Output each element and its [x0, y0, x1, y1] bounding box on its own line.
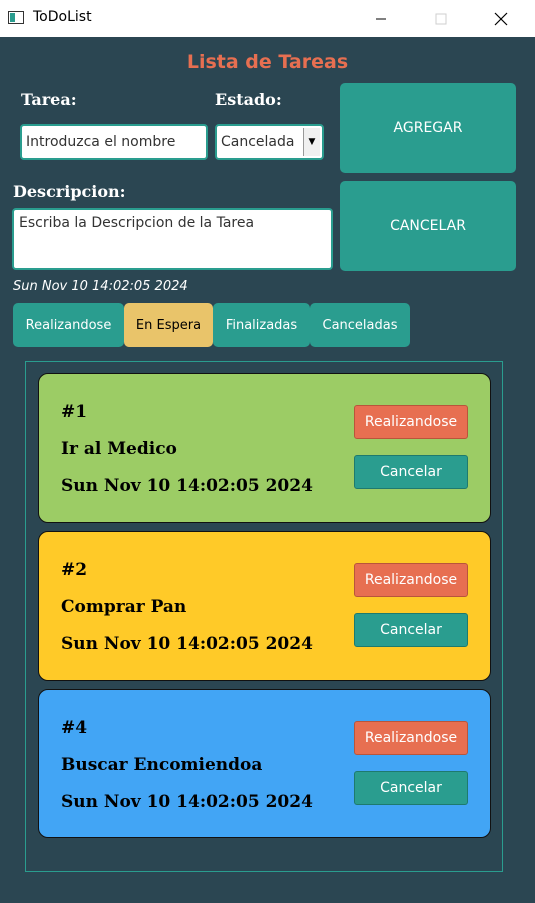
task-name-input[interactable]: Introduzca el nombre: [20, 124, 208, 160]
description-input[interactable]: Escriba la Descripcion de la Tarea: [12, 208, 333, 270]
tab-en-espera[interactable]: En Espera: [124, 303, 213, 347]
task-name: Comprar Pan: [61, 597, 187, 617]
task-date: Sun Nov 10 14:02:05 2024: [61, 476, 313, 496]
maximize-icon: [435, 13, 447, 24]
minimize-icon: [376, 18, 386, 19]
task-number: #1: [61, 402, 88, 422]
set-realizandose-button[interactable]: Realizandose: [354, 721, 468, 755]
title-bar[interactable]: ToDoList: [0, 0, 535, 37]
task-date: Sun Nov 10 14:02:05 2024: [61, 792, 313, 812]
tab-finalizadas[interactable]: Finalizadas: [213, 303, 310, 347]
app-icon: [8, 11, 24, 24]
app-window: ToDoList Lista de Tareas Tarea: Estado: …: [0, 0, 535, 903]
status-label: Estado:: [215, 90, 282, 109]
status-select-value: Cancelada: [221, 134, 295, 150]
page-title: Lista de Tareas: [186, 51, 349, 73]
task-card: #1 Ir al Medico Sun Nov 10 14:02:05 2024…: [38, 373, 491, 523]
minimize-button[interactable]: [358, 0, 404, 37]
task-number: #2: [61, 560, 88, 580]
task-name: Buscar Encomiendoa: [61, 755, 263, 775]
task-name: Ir al Medico: [61, 439, 177, 459]
task-card: #4 Buscar Encomiendoa Sun Nov 10 14:02:0…: [38, 689, 491, 838]
cancel-task-button[interactable]: Cancelar: [354, 771, 468, 805]
chevron-down-icon[interactable]: ▼: [303, 128, 320, 156]
tab-realizandose[interactable]: Realizandose: [13, 303, 124, 347]
cancel-form-button[interactable]: CANCELAR: [340, 181, 516, 271]
task-date: Sun Nov 10 14:02:05 2024: [61, 634, 313, 654]
task-number: #4: [61, 718, 88, 738]
close-icon: [494, 12, 508, 25]
status-select[interactable]: Cancelada ▼: [215, 124, 324, 160]
cancel-task-button[interactable]: Cancelar: [354, 455, 468, 489]
current-timestamp: Sun Nov 10 14:02:05 2024: [13, 279, 188, 294]
cancel-task-button[interactable]: Cancelar: [354, 613, 468, 647]
tab-canceladas[interactable]: Canceladas: [310, 303, 410, 347]
maximize-button[interactable]: [418, 0, 464, 37]
task-card: #2 Comprar Pan Sun Nov 10 14:02:05 2024 …: [38, 531, 491, 681]
close-button[interactable]: [478, 0, 524, 37]
description-label: Descripcion:: [13, 182, 126, 201]
task-label: Tarea:: [21, 90, 77, 109]
window-title: ToDoList: [33, 9, 92, 25]
set-realizandose-button[interactable]: Realizandose: [354, 405, 468, 439]
add-button[interactable]: AGREGAR: [340, 83, 516, 173]
set-realizandose-button[interactable]: Realizandose: [354, 563, 468, 597]
